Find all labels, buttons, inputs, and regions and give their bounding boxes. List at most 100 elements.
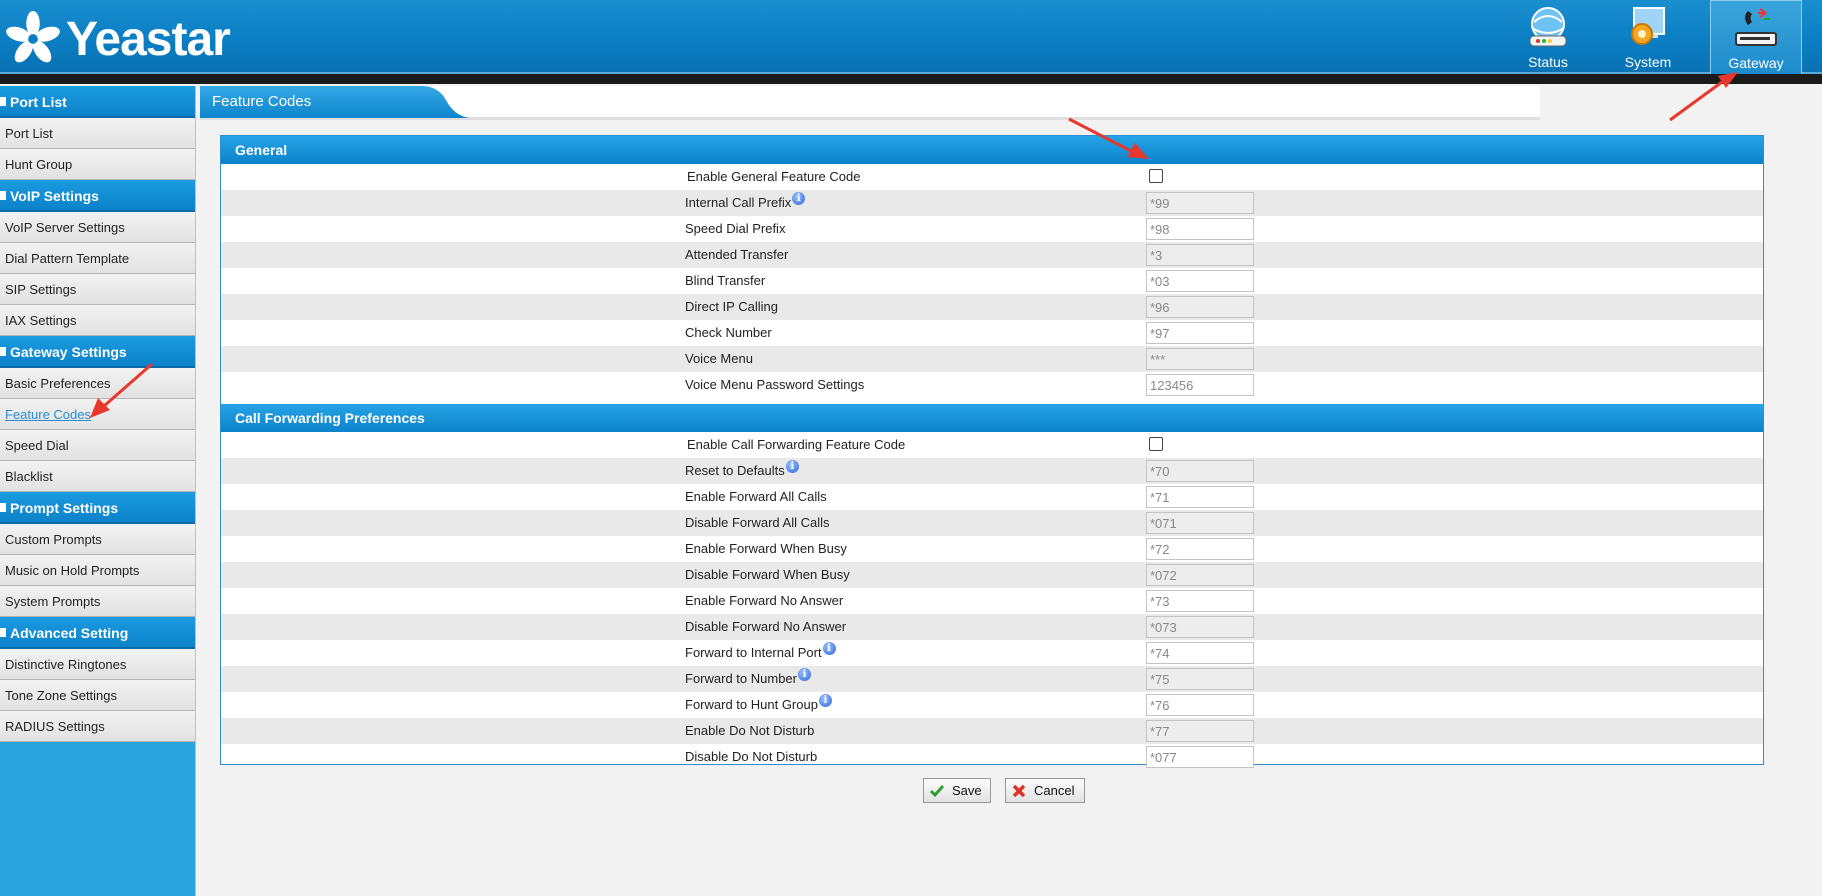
sidebar-item-hunt-group[interactable]: Hunt Group: [0, 149, 195, 180]
sidebar-item-distinctive-ringtones[interactable]: Distinctive Ringtones: [0, 649, 195, 680]
attended-transfer-input[interactable]: [1146, 244, 1254, 266]
disable-forward-all-calls-text: Disable Forward All Calls: [685, 515, 830, 530]
sidebar-item-basic-preferences[interactable]: Basic Preferences: [0, 368, 195, 399]
nav-system[interactable]: System: [1602, 4, 1694, 74]
voice-menu-password-settings-text: Voice Menu Password Settings: [685, 377, 865, 392]
reset-to-defaults-input[interactable]: [1146, 460, 1254, 482]
enable-forward-all-calls-label: Enable Forward All Calls: [685, 489, 827, 504]
nav-system-label: System: [1624, 54, 1672, 70]
nav-gateway[interactable]: Gateway: [1710, 0, 1802, 74]
disable-forward-when-busy-row: Disable Forward When Busy: [221, 562, 1763, 588]
internal-call-prefix-text: Internal Call Prefix: [685, 195, 792, 210]
enable-forward-no-answer-row: Enable Forward No Answer: [221, 588, 1763, 614]
direct-ip-calling-input[interactable]: [1146, 296, 1254, 318]
sidebar-item-port-list[interactable]: Port List: [0, 118, 195, 149]
enable-general-feature-code-checkbox[interactable]: [1149, 169, 1163, 183]
nav-gateway-label: Gateway: [1728, 55, 1784, 71]
reset-to-defaults-row: Reset to Defaults i: [221, 458, 1763, 484]
forward-to-internal-port-label: Forward to Internal Port i: [685, 642, 836, 660]
blind-transfer-input[interactable]: [1146, 270, 1254, 292]
feature-codes-form: General Enable General Feature Code Inte…: [220, 135, 1764, 768]
check-number-input[interactable]: [1146, 322, 1254, 344]
forward-to-number-text: Forward to Number: [685, 671, 797, 686]
sidebar-item-tone-zone-settings[interactable]: Tone Zone Settings: [0, 680, 195, 711]
page-title: Feature Codes: [212, 93, 312, 110]
enable-do-not-disturb-row: Enable Do Not Disturb: [221, 718, 1763, 744]
forward-to-internal-port-row: Forward to Internal Port i: [221, 640, 1763, 666]
checkmark-icon: [929, 785, 945, 798]
sidebar-item-dial-pattern-template[interactable]: Dial Pattern Template: [0, 243, 195, 274]
speed-dial-prefix-label: Speed Dial Prefix: [685, 221, 785, 236]
check-number-text: Check Number: [685, 325, 772, 340]
disable-do-not-disturb-label: Disable Do Not Disturb: [685, 749, 817, 764]
sidebar-item-radius-settings[interactable]: RADIUS Settings: [0, 711, 195, 742]
speed-dial-prefix-row: Speed Dial Prefix: [221, 216, 1763, 242]
internal-call-prefix-label: Internal Call Prefix i: [685, 192, 806, 210]
speed-dial-prefix-input[interactable]: [1146, 218, 1254, 240]
enable-forward-no-answer-input[interactable]: [1146, 590, 1254, 612]
top-header: Yeastar Status System Gateway: [0, 0, 1822, 84]
forward-to-internal-port-input[interactable]: [1146, 642, 1254, 664]
attended-transfer-label: Attended Transfer: [685, 247, 788, 262]
forward-to-hunt-group-input[interactable]: [1146, 694, 1254, 716]
info-icon[interactable]: i: [792, 192, 806, 205]
enable-general-feature-code-label: Enable General Feature Code: [687, 169, 861, 184]
yeastar-logo-icon: [6, 10, 60, 63]
speed-dial-prefix-text: Speed Dial Prefix: [685, 221, 786, 236]
disable-forward-all-calls-label: Disable Forward All Calls: [685, 515, 830, 530]
info-icon[interactable]: i: [797, 668, 811, 681]
disable-forward-all-calls-input[interactable]: [1146, 512, 1254, 534]
voice-menu-password-settings-input[interactable]: [1146, 374, 1254, 396]
nav-status-label: Status: [1528, 54, 1568, 70]
info-icon[interactable]: i: [785, 460, 799, 473]
enable-forward-all-calls-text: Enable Forward All Calls: [685, 489, 827, 504]
sidebar-item-blacklist[interactable]: Blacklist: [0, 461, 195, 492]
sidebar-section-voip-settings[interactable]: VoIP Settings: [0, 180, 195, 212]
sidebar-item-voip-server-settings[interactable]: VoIP Server Settings: [0, 212, 195, 243]
nav-status[interactable]: Status: [1502, 4, 1594, 74]
save-button-label: Save: [952, 783, 982, 798]
voice-menu-label: Voice Menu: [685, 351, 753, 366]
disable-forward-no-answer-label: Disable Forward No Answer: [685, 619, 846, 634]
disable-forward-when-busy-input[interactable]: [1146, 564, 1254, 586]
sidebar-item-music-on-hold-prompts[interactable]: Music on Hold Prompts: [0, 555, 195, 586]
sidebar-item-sip-settings[interactable]: SIP Settings: [0, 274, 195, 305]
enable-forward-when-busy-input[interactable]: [1146, 538, 1254, 560]
voice-menu-input[interactable]: [1146, 348, 1254, 370]
disable-do-not-disturb-input[interactable]: [1146, 746, 1254, 768]
call-forwarding-section-header: Call Forwarding Preferences: [221, 404, 1763, 432]
sidebar-item-system-prompts[interactable]: System Prompts: [0, 586, 195, 617]
sidebar-section-prompt-settings[interactable]: Prompt Settings: [0, 492, 195, 524]
sidebar-item-iax-settings[interactable]: IAX Settings: [0, 305, 195, 336]
save-button[interactable]: Save: [923, 778, 991, 803]
sidebar-item-speed-dial[interactable]: Speed Dial: [0, 430, 195, 461]
check-number-row: Check Number: [221, 320, 1763, 346]
header-divider: [0, 74, 1822, 84]
gateway-phone-icon: [1735, 8, 1777, 46]
blind-transfer-row: Blind Transfer: [221, 268, 1763, 294]
disable-do-not-disturb-row: Disable Do Not Disturb: [221, 744, 1763, 770]
sidebar-item-custom-prompts[interactable]: Custom Prompts: [0, 524, 195, 555]
brand-logo: Yeastar: [4, 10, 231, 68]
enable-do-not-disturb-input[interactable]: [1146, 720, 1254, 742]
disable-do-not-disturb-text: Disable Do Not Disturb: [685, 749, 818, 764]
direct-ip-calling-row: Direct IP Calling: [221, 294, 1763, 320]
enable-forward-no-answer-label: Enable Forward No Answer: [685, 593, 843, 608]
info-icon[interactable]: i: [818, 694, 832, 707]
sidebar-section-gateway-settings[interactable]: Gateway Settings: [0, 336, 195, 368]
enable-call-forwarding-feature-code-checkbox[interactable]: [1149, 437, 1163, 451]
disable-forward-no-answer-input[interactable]: [1146, 616, 1254, 638]
sidebar-item-feature-codes[interactable]: Feature Codes: [0, 399, 195, 430]
internal-call-prefix-input[interactable]: [1146, 192, 1254, 214]
enable-forward-when-busy-label: Enable Forward When Busy: [685, 541, 847, 556]
enable-forward-all-calls-input[interactable]: [1146, 486, 1254, 508]
enable-do-not-disturb-label: Enable Do Not Disturb: [685, 723, 814, 738]
call-forwarding-enable-row: Enable Call Forwarding Feature Code: [221, 432, 1763, 458]
forward-to-hunt-group-text: Forward to Hunt Group: [685, 697, 818, 712]
sidebar-section-port-list[interactable]: Port List: [0, 86, 195, 118]
cancel-button[interactable]: Cancel: [1005, 778, 1085, 803]
info-icon[interactable]: i: [822, 642, 836, 655]
sidebar-section-advanced-setting[interactable]: Advanced Setting: [0, 617, 195, 649]
forward-to-number-input[interactable]: [1146, 668, 1254, 690]
disable-forward-no-answer-row: Disable Forward No Answer: [221, 614, 1763, 640]
